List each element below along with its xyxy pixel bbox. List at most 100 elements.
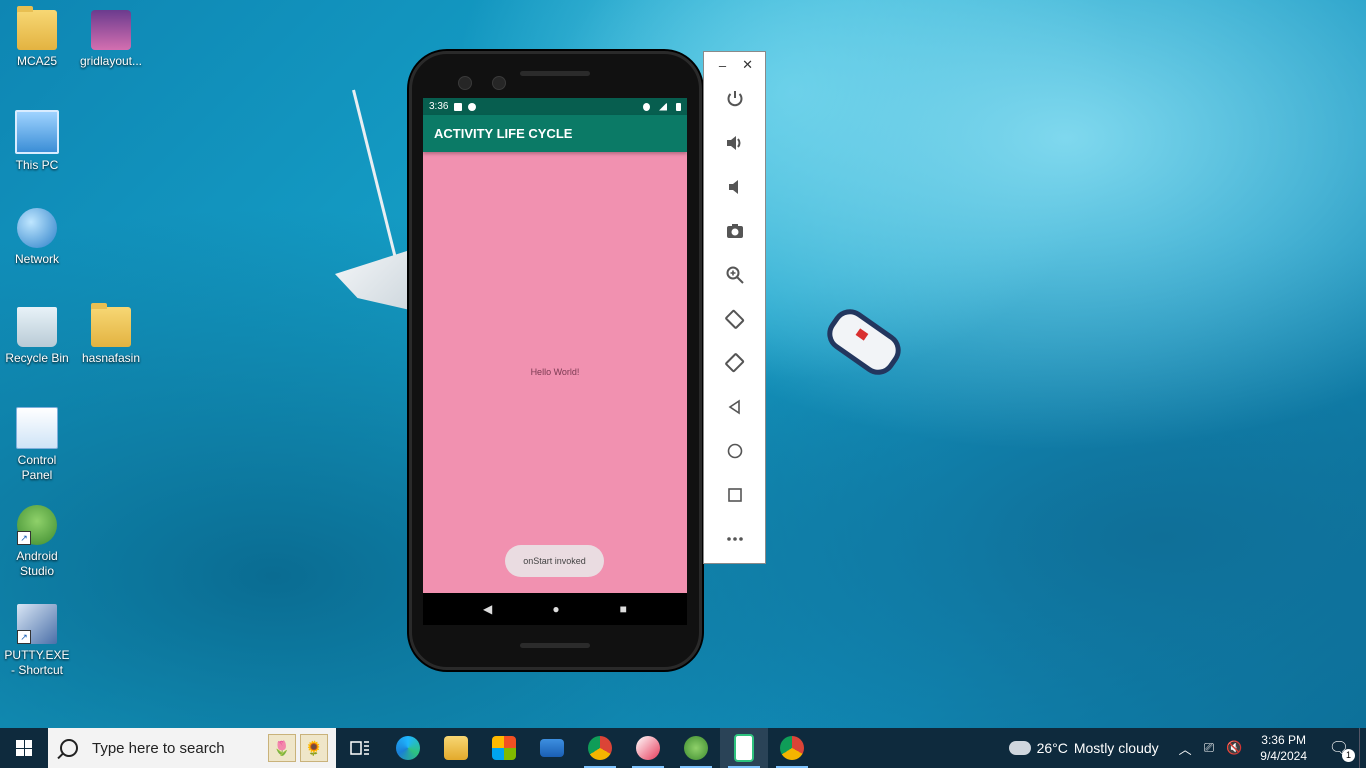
paint-icon bbox=[636, 736, 660, 760]
taskbar: Type here to search 🌷 🌻 26°C Mostly clou… bbox=[0, 728, 1366, 768]
taskbar-edge[interactable] bbox=[384, 728, 432, 768]
taskbar-emulator[interactable] bbox=[720, 728, 768, 768]
toast-message: onStart invoked bbox=[505, 545, 604, 577]
camera-icon bbox=[726, 224, 743, 238]
hello-world-text: Hello World! bbox=[530, 367, 580, 377]
rotate-right-button[interactable] bbox=[720, 348, 750, 378]
sync-icon bbox=[468, 102, 477, 111]
show-desktop-button[interactable] bbox=[1359, 728, 1366, 768]
zoom-button[interactable] bbox=[720, 260, 750, 290]
recycle-bin-icon bbox=[17, 307, 57, 347]
rotate-left-icon bbox=[724, 309, 744, 329]
weather-widget[interactable]: 26°C Mostly cloudy bbox=[995, 735, 1173, 756]
network-icon[interactable]: ⎚ bbox=[1198, 740, 1220, 756]
more-button[interactable] bbox=[720, 524, 750, 554]
android-nav-bar: ◀ ● ■ bbox=[423, 593, 687, 625]
taskbar-chrome[interactable] bbox=[576, 728, 624, 768]
close-button[interactable]: ✕ bbox=[742, 57, 753, 73]
volume-down-icon bbox=[728, 180, 738, 194]
cloudy-weather-icon bbox=[1004, 735, 1031, 755]
desktop-icon-label: Recycle Bin bbox=[5, 351, 69, 365]
volume-down-button[interactable] bbox=[720, 172, 750, 202]
rotate-right-icon bbox=[724, 353, 744, 373]
taskbar-clock[interactable]: 3:36 PM 9/4/2024 bbox=[1248, 732, 1319, 764]
minimize-button[interactable]: – bbox=[719, 58, 726, 73]
desktop-icon-recycle-bin[interactable]: Recycle Bin bbox=[1, 307, 73, 366]
desktop-icon-android-studio[interactable]: ↗ Android Studio bbox=[1, 505, 73, 579]
home-circle-icon bbox=[727, 443, 742, 459]
more-dots-icon bbox=[726, 537, 743, 541]
taskbar-chrome-2[interactable] bbox=[768, 728, 816, 768]
volume-muted-icon[interactable]: 🔇 bbox=[1220, 740, 1248, 756]
android-studio-icon bbox=[684, 736, 708, 760]
chrome-icon bbox=[588, 736, 612, 760]
emulator-toolbar: – ✕ bbox=[703, 51, 766, 564]
overview-button[interactable] bbox=[720, 480, 750, 510]
home-button[interactable] bbox=[720, 436, 750, 466]
nav-home-icon[interactable]: ● bbox=[552, 602, 559, 616]
task-view-button[interactable] bbox=[336, 728, 384, 768]
earpiece bbox=[520, 71, 590, 76]
taskbar-search-box[interactable]: Type here to search 🌷 🌻 bbox=[48, 728, 336, 768]
desktop-icon-label: gridlayout... bbox=[79, 54, 143, 68]
taskbar-store[interactable] bbox=[480, 728, 528, 768]
desktop-icon-network[interactable]: Network bbox=[1, 208, 73, 267]
desktop-icon-label: PUTTY.EXE - Shortcut bbox=[4, 648, 70, 677]
screenshot-button[interactable] bbox=[720, 216, 750, 246]
chevron-up-icon[interactable]: ︿ bbox=[1173, 739, 1198, 758]
emulator-device-frame: 3:36 ACTIVITY LIFE CYCLE Hello World! on… bbox=[409, 51, 702, 670]
power-icon bbox=[727, 91, 742, 107]
mail-icon bbox=[540, 739, 564, 757]
rotate-left-button[interactable] bbox=[720, 304, 750, 334]
taskbar-android-studio[interactable] bbox=[672, 728, 720, 768]
task-view-icon bbox=[350, 741, 369, 755]
putty-icon: ↗ bbox=[17, 604, 57, 644]
desktop-icon-label: MCA25 bbox=[16, 54, 57, 68]
taskbar-mail[interactable] bbox=[528, 728, 576, 768]
toast-text: onStart invoked bbox=[523, 556, 586, 566]
status-time: 3:36 bbox=[429, 101, 449, 112]
search-highlight-flower-icon: 🌷 bbox=[268, 734, 296, 762]
nav-recents-icon[interactable]: ■ bbox=[620, 602, 627, 616]
battery-icon bbox=[676, 102, 681, 111]
taskbar-paint[interactable] bbox=[624, 728, 672, 768]
start-button[interactable] bbox=[0, 728, 48, 768]
overview-square-icon bbox=[727, 488, 742, 502]
shortcut-arrow-icon: ↗ bbox=[17, 630, 31, 644]
weather-temp: 26°C bbox=[1036, 740, 1068, 756]
app-toolbar: ACTIVITY LIFE CYCLE bbox=[423, 115, 687, 152]
taskbar-file-explorer[interactable] bbox=[432, 728, 480, 768]
clock-date: 9/4/2024 bbox=[1260, 749, 1307, 763]
desktop-icon-gridlayout[interactable]: gridlayout... bbox=[75, 10, 147, 69]
wifi-icon bbox=[643, 102, 650, 111]
search-icon bbox=[60, 739, 78, 757]
desktop-icon-putty[interactable]: ↗ PUTTY.EXE - Shortcut bbox=[1, 604, 73, 678]
desktop-icon-label: Android Studio bbox=[16, 549, 58, 578]
desktop-icon-label: Control Panel bbox=[17, 453, 57, 482]
power-button[interactable] bbox=[720, 84, 750, 114]
desktop-icon-control-panel[interactable]: Control Panel bbox=[1, 407, 73, 483]
volume-up-button[interactable] bbox=[720, 128, 750, 158]
desktop-icon-this-pc[interactable]: This PC bbox=[1, 110, 73, 173]
folder-icon bbox=[17, 6, 57, 50]
bottom-speaker bbox=[520, 643, 590, 648]
signal-icon bbox=[659, 102, 667, 111]
app-title: ACTIVITY LIFE CYCLE bbox=[434, 126, 573, 141]
notification-badge: 1 bbox=[1342, 749, 1355, 762]
volume-up-icon bbox=[726, 136, 740, 150]
windows-logo-icon bbox=[16, 740, 32, 756]
front-camera-icon bbox=[458, 76, 472, 90]
notification-center-button[interactable]: 🗨 1 bbox=[1319, 728, 1359, 768]
shortcut-arrow-icon: ↗ bbox=[17, 531, 31, 545]
emulator-icon bbox=[734, 734, 754, 762]
edge-icon bbox=[396, 736, 420, 760]
desktop-icon-mca25[interactable]: MCA25 bbox=[1, 6, 73, 69]
search-highlight-sunflower-icon: 🌻 bbox=[300, 734, 328, 762]
emulator-screen[interactable]: 3:36 ACTIVITY LIFE CYCLE Hello World! on… bbox=[423, 98, 687, 625]
desktop-icon-hasnafasin[interactable]: hasnafasin bbox=[75, 303, 147, 366]
search-placeholder: Type here to search bbox=[92, 739, 225, 757]
back-button[interactable] bbox=[720, 392, 750, 422]
nav-back-icon[interactable]: ◀ bbox=[483, 602, 492, 616]
system-tray: 26°C Mostly cloudy ︿ ⎚ 🔇 3:36 PM 9/4/202… bbox=[995, 728, 1366, 768]
chrome-icon bbox=[780, 736, 804, 760]
